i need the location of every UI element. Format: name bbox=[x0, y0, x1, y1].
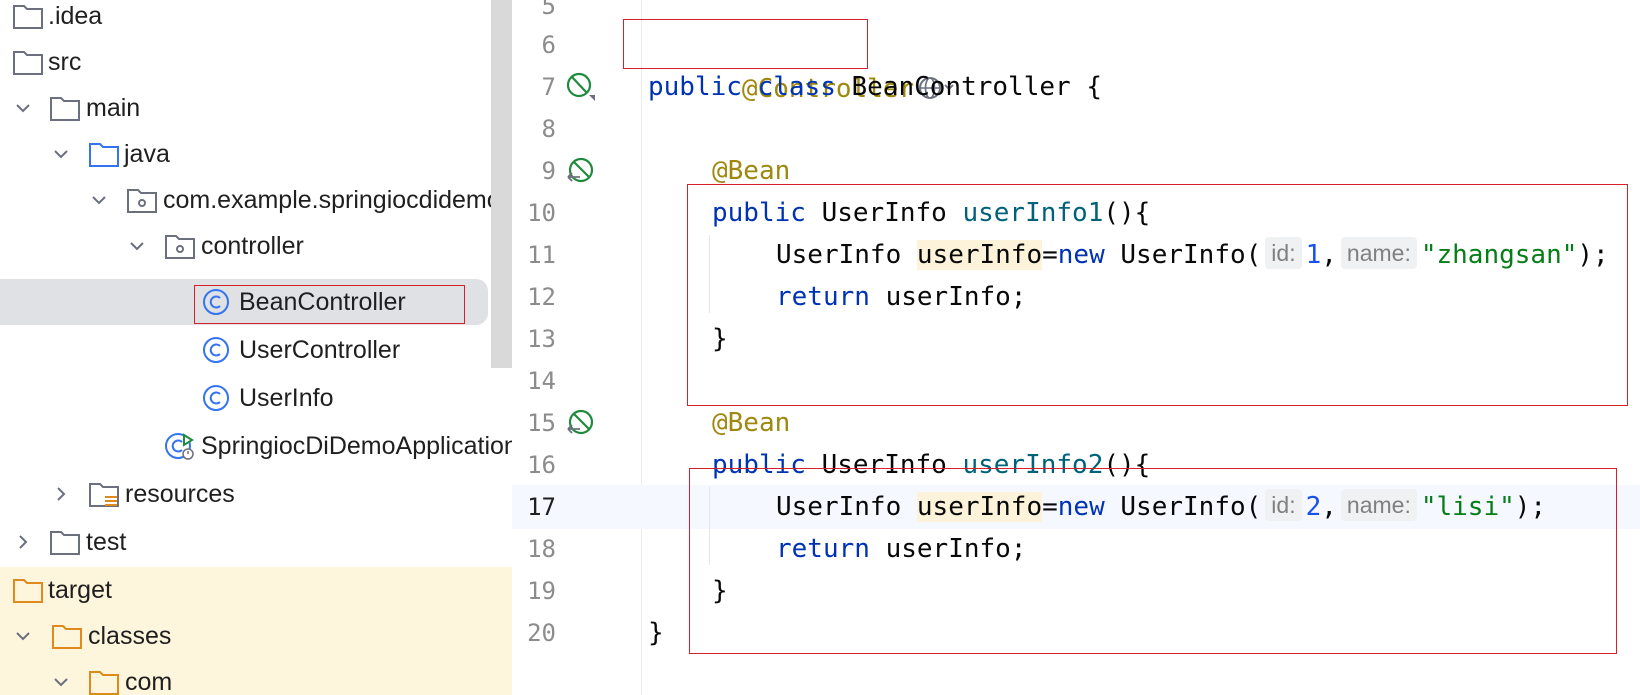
tree-item-src[interactable]: src bbox=[0, 39, 490, 85]
chevron-down-icon[interactable] bbox=[11, 624, 35, 648]
chevron-right-icon[interactable] bbox=[49, 482, 73, 506]
code-editor[interactable]: 5 6 @Controller 7 public class BeanContr… bbox=[512, 0, 1640, 695]
code-line-14[interactable]: 14 bbox=[512, 359, 1640, 403]
parameter-hint-id: id: bbox=[1265, 489, 1302, 521]
class-icon bbox=[201, 288, 233, 316]
code-line-17[interactable]: 17 UserInfo userInfo=new UserInfo(id: 2, n… bbox=[512, 485, 1640, 529]
tree-item-application[interactable]: SpringiocDiDemoApplication bbox=[0, 423, 512, 469]
code-line-11[interactable]: 11 UserInfo userInfo=new UserInfo(id: 1, n… bbox=[512, 233, 1640, 277]
folder-icon bbox=[49, 528, 81, 556]
annotation-bean: @Bean bbox=[712, 408, 791, 438]
excluded-folder-icon bbox=[12, 576, 44, 604]
spring-bean-navigate-icon[interactable] bbox=[565, 407, 597, 439]
tree-item-test[interactable]: test bbox=[0, 519, 490, 565]
class-icon bbox=[201, 384, 233, 412]
line-number: 12 bbox=[527, 283, 556, 311]
annotation-bean: @Bean bbox=[712, 156, 791, 186]
tree-scrollbar[interactable] bbox=[491, 0, 512, 368]
tree-item-com[interactable]: com bbox=[0, 659, 512, 695]
line-number: 10 bbox=[527, 199, 556, 227]
chevron-down-icon[interactable] bbox=[11, 96, 35, 120]
spring-bean-navigate-icon[interactable] bbox=[565, 155, 597, 187]
code-line-7[interactable]: 7 public class BeanController { bbox=[512, 65, 1640, 109]
chevron-right-icon[interactable] bbox=[11, 530, 35, 554]
code-line-8[interactable]: 8 bbox=[512, 107, 1640, 151]
code-line-20[interactable]: 20 } bbox=[512, 611, 1640, 655]
tree-item-resources[interactable]: resources bbox=[0, 471, 490, 517]
resources-folder-icon bbox=[88, 480, 120, 508]
excluded-folder-icon bbox=[51, 622, 83, 650]
line-number: 19 bbox=[527, 577, 556, 605]
tree-item-java[interactable]: java bbox=[0, 131, 490, 177]
code-line-15[interactable]: 15 @Bean bbox=[512, 401, 1640, 445]
line-number: 11 bbox=[527, 241, 556, 269]
tree-item-beancontroller[interactable]: BeanController bbox=[0, 279, 488, 325]
spring-bean-gutter-icon[interactable] bbox=[565, 71, 597, 103]
chevron-down-icon[interactable] bbox=[49, 142, 73, 166]
tree-item-userinfo[interactable]: UserInfo bbox=[0, 375, 490, 421]
line-number: 17 bbox=[527, 493, 556, 521]
chevron-down-icon[interactable] bbox=[87, 188, 111, 212]
parameter-hint-id: id: bbox=[1265, 237, 1302, 269]
spring-boot-app-icon bbox=[164, 432, 196, 460]
line-number: 8 bbox=[541, 115, 556, 143]
line-number: 7 bbox=[541, 73, 556, 101]
code-line-18[interactable]: 18 return userInfo; bbox=[512, 527, 1640, 571]
folder-icon bbox=[12, 48, 44, 76]
code-line-19[interactable]: 19 } bbox=[512, 569, 1640, 613]
chevron-down-icon[interactable] bbox=[49, 670, 73, 694]
parameter-hint-name: name: bbox=[1340, 237, 1417, 269]
line-number: 20 bbox=[527, 619, 556, 647]
tree-item-target[interactable]: target bbox=[0, 567, 512, 613]
line-number: 6 bbox=[541, 31, 556, 59]
code-line-9[interactable]: 9 @Bean bbox=[512, 149, 1640, 193]
indent-guide bbox=[709, 487, 710, 565]
parameter-hint-name: name: bbox=[1340, 489, 1417, 521]
tree-item-idea[interactable]: .idea bbox=[0, 0, 490, 39]
package-icon bbox=[126, 186, 158, 214]
source-folder-icon bbox=[88, 140, 120, 168]
tree-item-controller-package[interactable]: controller bbox=[0, 223, 490, 269]
package-icon bbox=[164, 232, 196, 260]
code-line-10[interactable]: 10 public UserInfo userInfo1(){ bbox=[512, 191, 1640, 235]
code-line-6[interactable]: 6 @Controller bbox=[512, 23, 1640, 104]
line-number: 13 bbox=[527, 325, 556, 353]
code-line-16[interactable]: 16 public UserInfo userInfo2(){ bbox=[512, 443, 1640, 487]
tree-item-package-root[interactable]: com.example.springiocdidemo bbox=[0, 177, 501, 223]
line-number: 16 bbox=[527, 451, 556, 479]
project-tree: .idea src main java com.example.springio… bbox=[0, 0, 512, 695]
line-number: 18 bbox=[527, 535, 556, 563]
tree-item-main[interactable]: main bbox=[0, 85, 490, 131]
line-number: 14 bbox=[527, 367, 556, 395]
indent-guide bbox=[709, 235, 710, 313]
chevron-down-icon[interactable] bbox=[125, 234, 149, 258]
line-number: 15 bbox=[527, 409, 556, 437]
code-line-13[interactable]: 13 } bbox=[512, 317, 1640, 361]
folder-icon bbox=[12, 2, 44, 30]
tree-item-classes[interactable]: classes bbox=[0, 613, 512, 659]
class-icon bbox=[201, 336, 233, 364]
excluded-folder-icon bbox=[88, 668, 120, 695]
line-number: 9 bbox=[541, 157, 556, 185]
code-line-12[interactable]: 12 return userInfo; bbox=[512, 275, 1640, 319]
folder-icon bbox=[49, 94, 81, 122]
tree-item-usercontroller[interactable]: UserController bbox=[0, 327, 490, 373]
